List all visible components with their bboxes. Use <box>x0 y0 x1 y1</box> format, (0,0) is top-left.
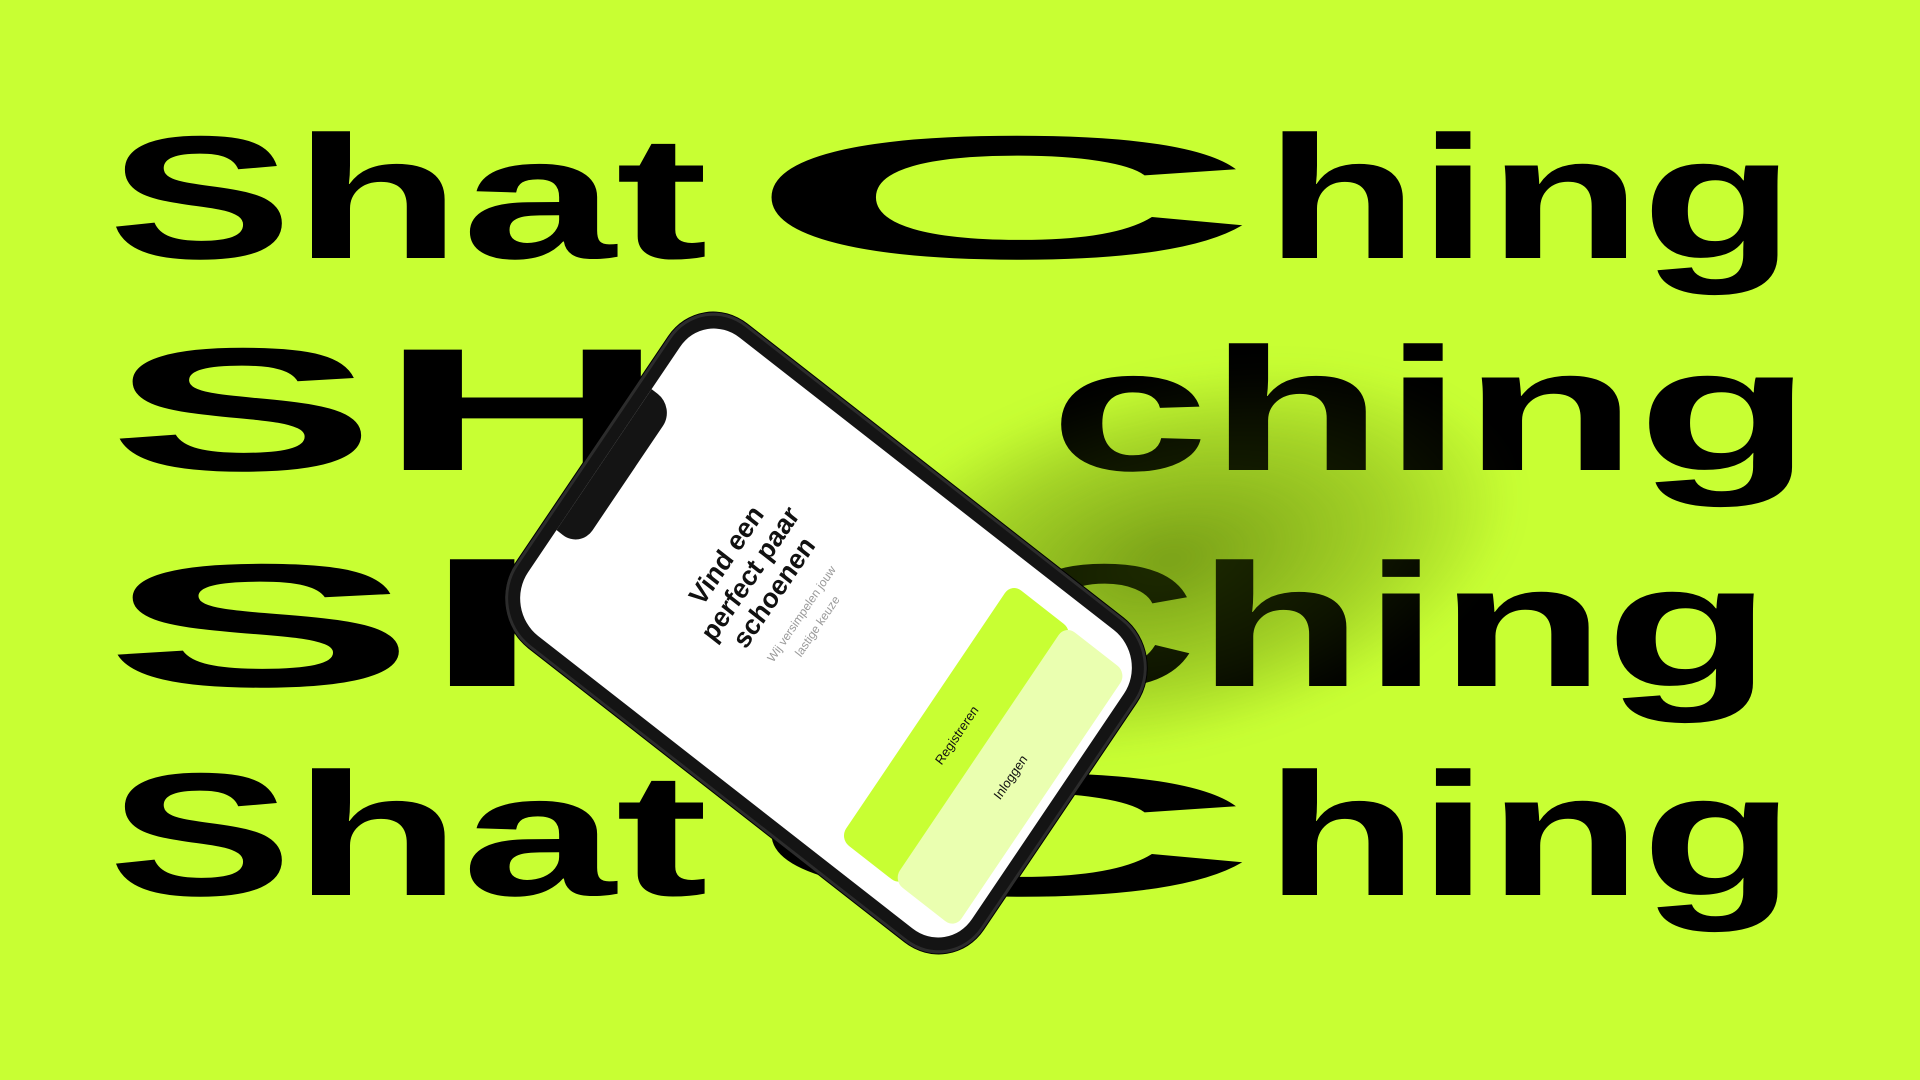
wordmark-row-1-start: Shat <box>108 101 708 296</box>
wordmark-row-4-start: Shat <box>108 738 708 933</box>
wordmark-row-1-end: hing <box>1265 101 1795 296</box>
wordmark-row-1: Shat C hing <box>108 101 1795 296</box>
poster-stage: Shat C hing SH a ching Sh at Ching Shat … <box>0 0 1920 1080</box>
wordmark-row-4-end: hing <box>1265 738 1795 933</box>
wordmark-row-1-stretched: C <box>742 101 1262 296</box>
